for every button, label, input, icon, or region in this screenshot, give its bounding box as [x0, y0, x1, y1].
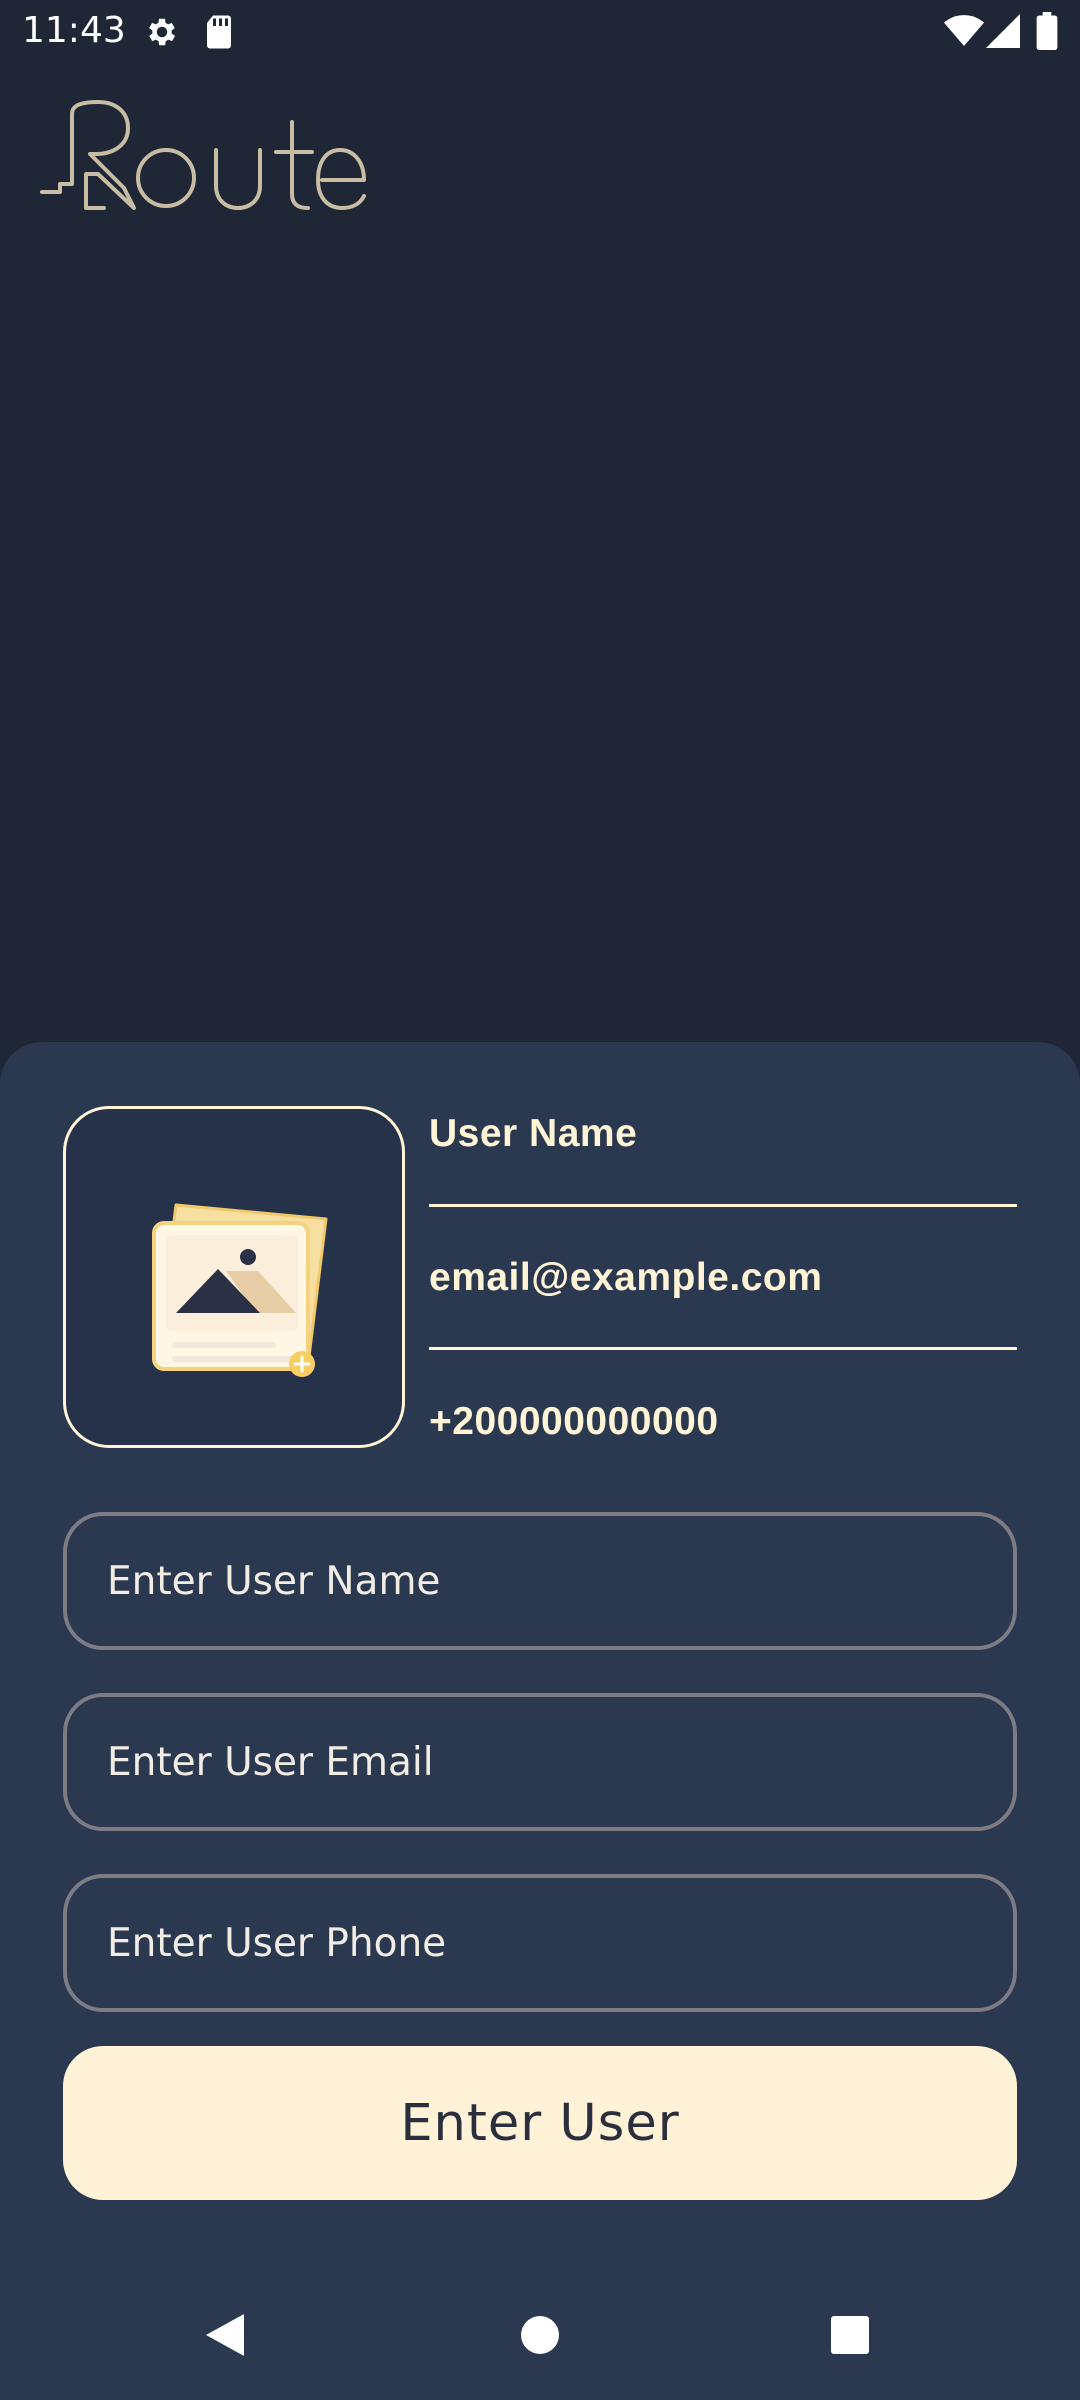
user-name-input[interactable]: [63, 1512, 1017, 1650]
user-email-input[interactable]: [63, 1693, 1017, 1831]
route-logo: [38, 100, 368, 220]
enter-user-button[interactable]: Enter User: [63, 2046, 1017, 2200]
divider: [429, 1204, 1017, 1207]
user-name-display: User Name: [429, 1112, 638, 1155]
recents-icon[interactable]: [830, 2315, 870, 2360]
add-image-icon: [152, 1203, 328, 1377]
settings-icon: [144, 14, 180, 55]
home-icon[interactable]: [520, 2315, 560, 2360]
user-email-display: email@example.com: [429, 1256, 823, 1299]
signal-icon: [986, 14, 1020, 53]
navigation-bar: [0, 2272, 1080, 2400]
user-phone-input[interactable]: [63, 1874, 1017, 2012]
status-bar: 11:43: [0, 0, 1080, 64]
user-phone-display: +200000000000: [429, 1400, 719, 1443]
back-icon[interactable]: [204, 2312, 246, 2363]
image-picker[interactable]: [63, 1106, 405, 1448]
battery-icon: [1036, 12, 1058, 55]
divider: [429, 1347, 1017, 1350]
wifi-icon: [944, 14, 984, 53]
status-time: 11:43: [22, 10, 126, 51]
sd-card-icon: [204, 14, 234, 55]
